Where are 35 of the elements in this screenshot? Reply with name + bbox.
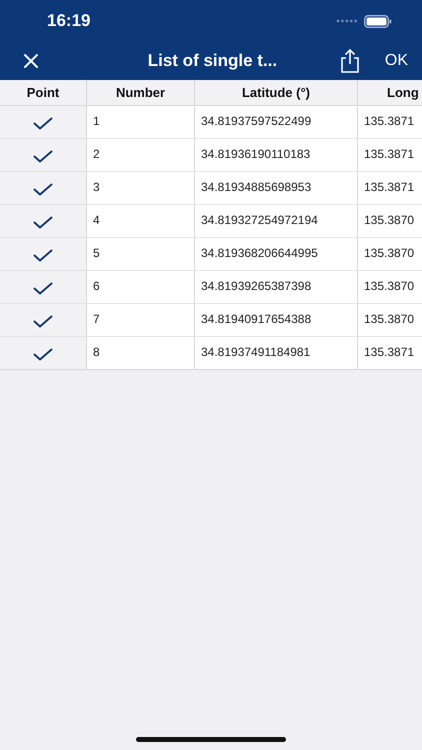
battery-icon [364, 14, 392, 28]
table-cell: 2 [87, 139, 195, 171]
table-cell-text: 135.3870 [363, 212, 416, 229]
table-cell: 34.81934885698953 [195, 172, 358, 204]
ok-button[interactable]: OK [380, 46, 412, 76]
table-cell: 34.81940917654388 [195, 304, 358, 336]
table-cell: 5 [87, 238, 195, 270]
table-cell: 34.81937491184981 [195, 337, 358, 369]
table-cell: 1 [87, 106, 195, 138]
table-cell: 8 [87, 337, 195, 369]
table-cell: 34.81937597522499 [195, 106, 358, 138]
table-cell: 34.81939265387398 [195, 271, 358, 303]
close-icon [23, 53, 39, 69]
table-cell-text: 135.3871 [363, 179, 416, 196]
table-cell-text: 135.3871 [363, 146, 416, 163]
share-icon [340, 49, 360, 73]
status-time: 16:19 [47, 11, 90, 31]
column-header: Point [0, 80, 87, 105]
table-cell: 3 [87, 172, 195, 204]
table-cell-text: 135.3870 [363, 311, 416, 328]
table-cell: 6 [87, 271, 195, 303]
table-cell: 34.819327254972194 [195, 205, 358, 237]
table-cell-text: 135.3871 [363, 113, 416, 130]
column-header: Long [386, 84, 420, 102]
signal-icon [336, 19, 358, 23]
nav-title: List of single t... [146, 51, 278, 71]
column-header: Latitude (°) [195, 80, 358, 105]
table-cell-text: 135.3870 [363, 278, 416, 295]
table-cell-text: 135.3870 [363, 245, 416, 262]
table-cell: 34.81936190110183 [195, 139, 358, 171]
table-cell: 7 [87, 304, 195, 336]
column-header: Number [87, 80, 195, 105]
table-cell: 4 [87, 205, 195, 237]
table-cell: 34.819368206644995 [195, 238, 358, 270]
table-cell-text: 135.3871 [363, 344, 416, 361]
